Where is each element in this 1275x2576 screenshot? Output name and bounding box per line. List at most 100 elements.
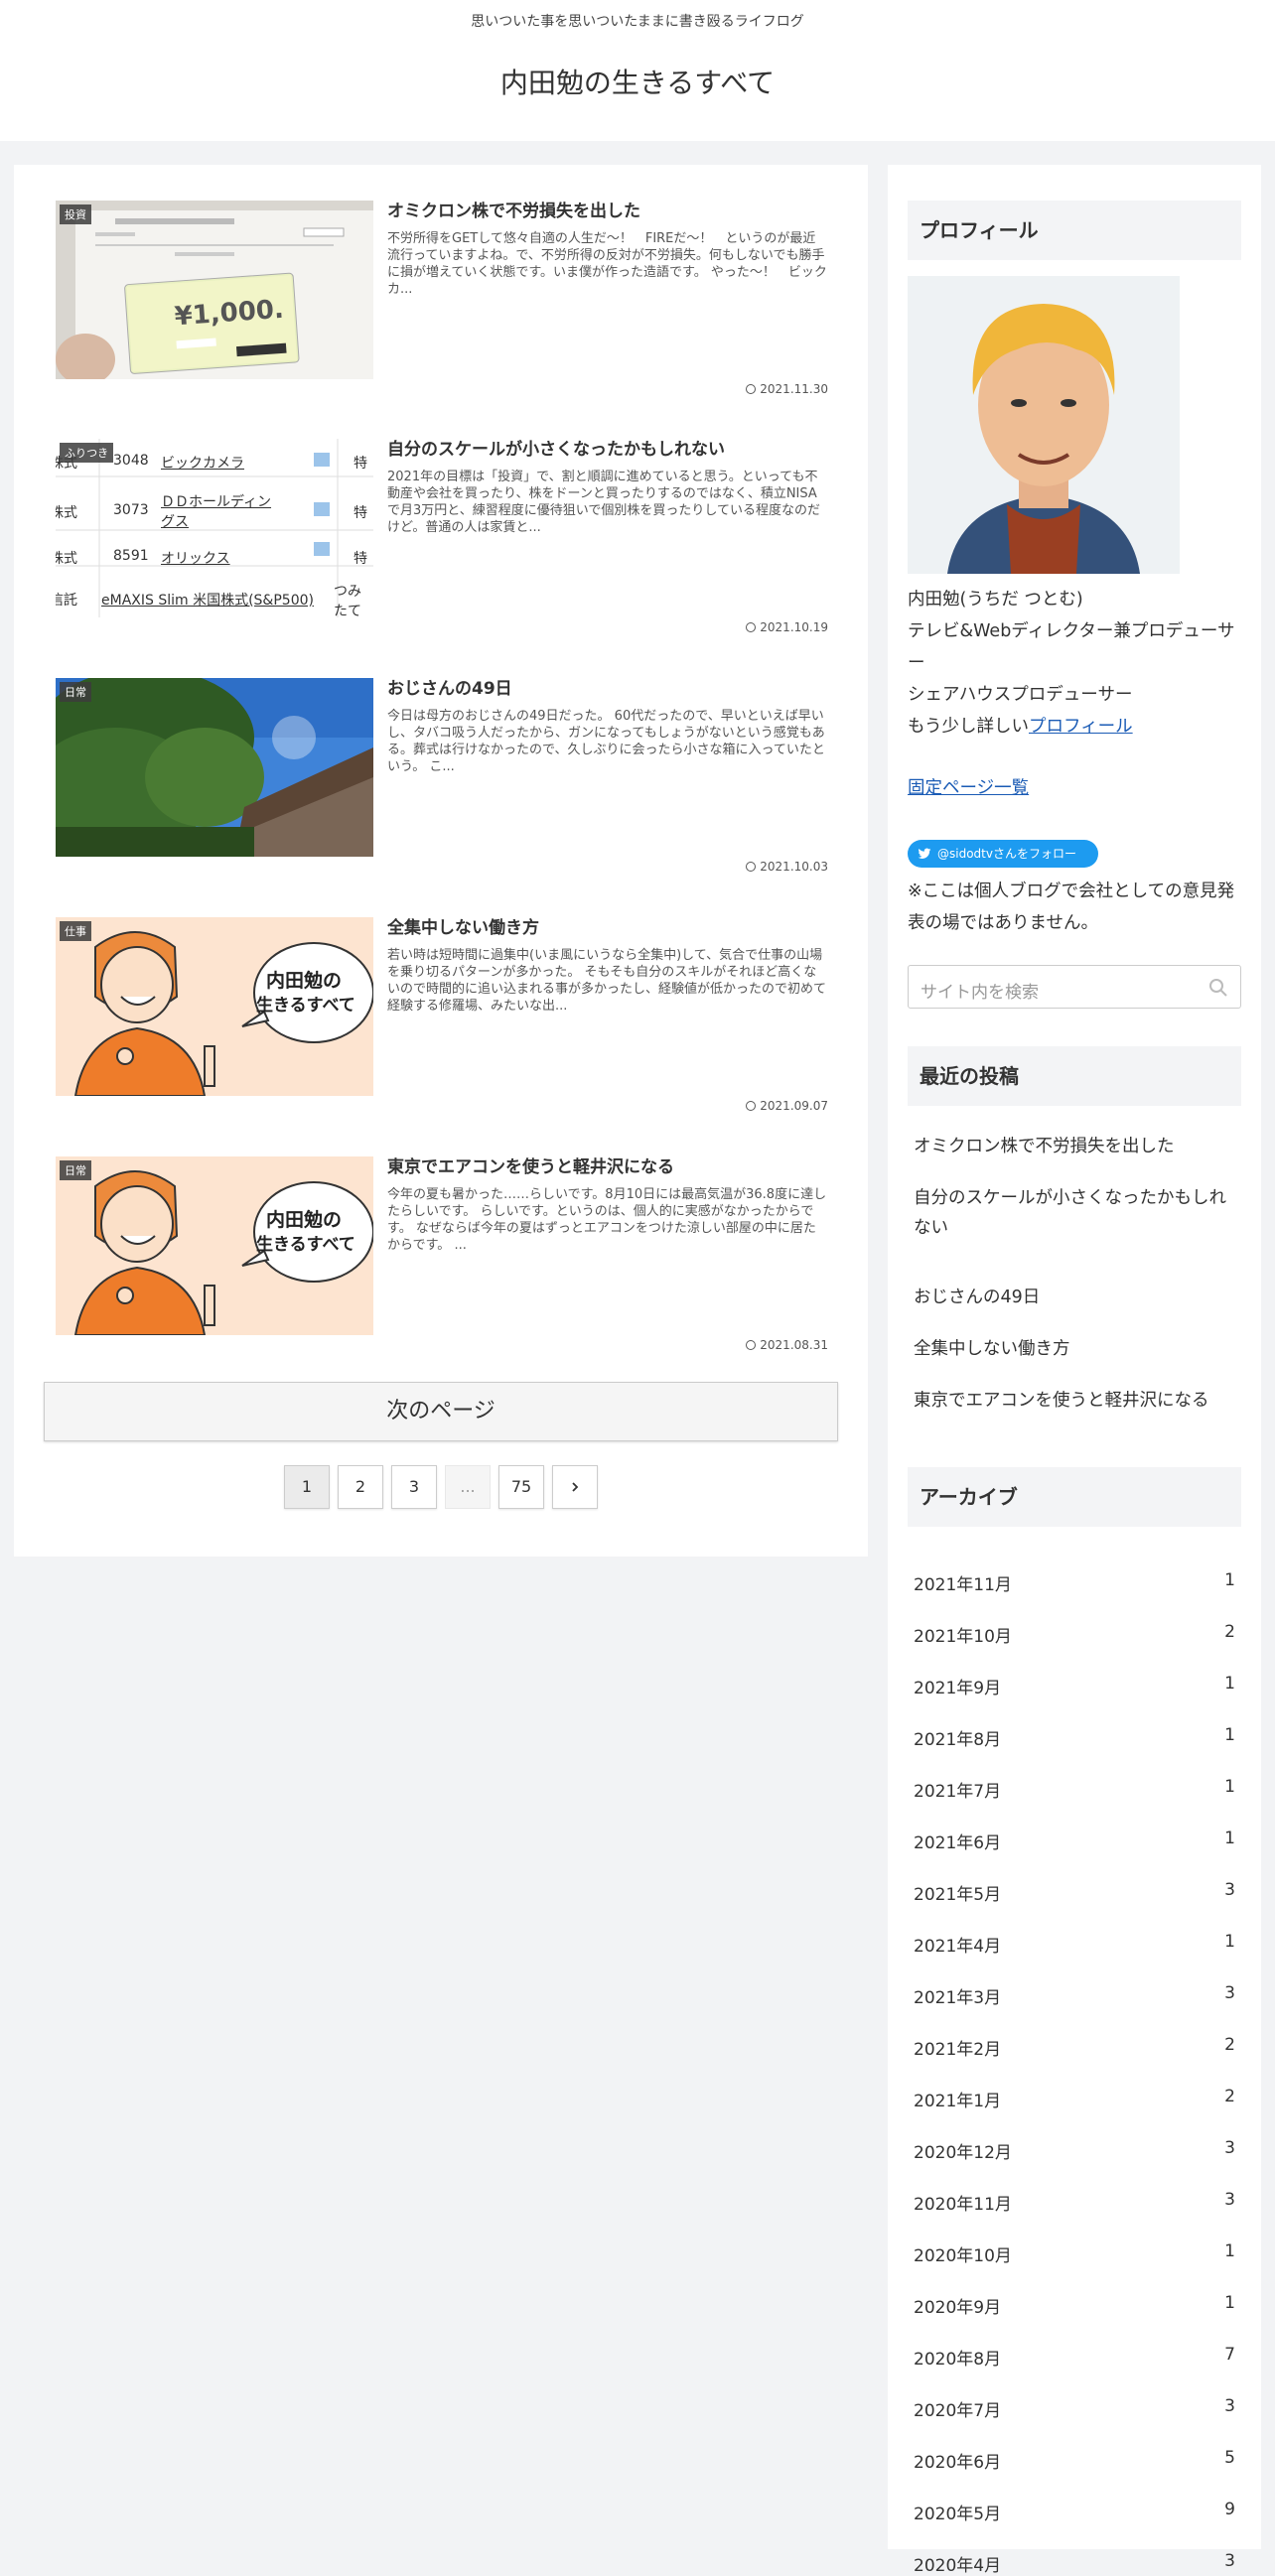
entry-title[interactable]: おじさんの49日 <box>387 677 828 701</box>
recent-post-link[interactable]: 全集中しない働き方 <box>914 1334 1241 1364</box>
archive-count: 2 <box>1224 2035 1235 2055</box>
archive-count: 1 <box>1224 1932 1235 1952</box>
archive-item[interactable]: 2020年8月 7 <box>914 2345 1235 2370</box>
entry-card[interactable]: ¥1,000. 投資 オミクロン株で不労損失を出した 不労所得をGETして悠々自… <box>56 201 828 429</box>
entry-card[interactable]: 内田勉の 生きるすべて 日常 東京でエアコンを使うと軽井沢になる 今年の夏も暑か… <box>56 1156 828 1385</box>
archive-item[interactable]: 2020年12月 3 <box>914 2138 1235 2163</box>
clock-icon <box>746 622 757 632</box>
profile-link[interactable]: プロフィール <box>1029 717 1133 737</box>
archive-item[interactable]: 2020年9月 1 <box>914 2293 1235 2318</box>
archive-item[interactable]: 2021年6月 1 <box>914 1829 1235 1853</box>
archive-count: 5 <box>1224 2448 1235 2468</box>
archive-month: 2021年10月 <box>914 1627 1012 1647</box>
fixed-pages-link[interactable]: 固定ページ一覧 <box>908 774 1029 799</box>
recent-post-link[interactable]: おじさんの49日 <box>914 1283 1241 1312</box>
recent-posts-title: 最近の投稿 <box>908 1046 1241 1106</box>
archive-count: 1 <box>1224 2293 1235 2313</box>
search-input[interactable]: サイト内を検索 <box>921 978 1039 1003</box>
entry-title[interactable]: オミクロン株で不労損失を出した <box>387 200 828 223</box>
archive-item[interactable]: 2020年7月 3 <box>914 2396 1235 2421</box>
archive-month: 2021年6月 <box>914 1833 1002 1853</box>
site-title[interactable]: 内田勉の生きるすべて <box>0 62 1275 101</box>
page-2-button[interactable]: 2 <box>338 1465 383 1509</box>
entry-snippet: 2021年の目標は「投資」で、割と順調に進めていると思う。といっても不動産や会社… <box>387 470 820 535</box>
entry-snippet: 今年の夏も暑かった……らしいです。8月10日には最高気温が36.8度に達したらし… <box>387 1187 827 1253</box>
archive-item[interactable]: 2021年2月 2 <box>914 2035 1235 2060</box>
page-1-button[interactable]: 1 <box>284 1465 330 1509</box>
entry-title[interactable]: 自分のスケールが小さくなったかもしれない <box>387 438 828 462</box>
sidebar: プロフィール 内田勉(うちだ つとむ) テレビ&Webディレクター兼プロデューサ… <box>888 165 1261 2576</box>
archive-count: 2 <box>1224 2087 1235 2106</box>
archive-month: 2020年6月 <box>914 2453 1002 2473</box>
twitter-bird-icon <box>918 848 931 859</box>
archive-month: 2021年2月 <box>914 2040 1002 2060</box>
archive-item[interactable]: 2021年11月 1 <box>914 1570 1235 1595</box>
archive-item[interactable]: 2021年5月 3 <box>914 1880 1235 1905</box>
archive-item[interactable]: 2020年11月 3 <box>914 2190 1235 2215</box>
bubble-text-1: 内田勉の <box>266 969 342 992</box>
archive-month: 2020年9月 <box>914 2298 1002 2318</box>
profile-more: もう少し詳しいプロフィール <box>908 717 1133 737</box>
recent-post-link[interactable]: 東京でエアコンを使うと軽井沢になる <box>914 1386 1241 1416</box>
archive-count: 1 <box>1224 2241 1235 2261</box>
recent-post-link[interactable]: オミクロン株で不労損失を出した <box>914 1132 1241 1161</box>
search-box[interactable]: サイト内を検索 <box>908 965 1241 1009</box>
pagination-ellipsis: ... <box>445 1465 491 1509</box>
clock-icon <box>746 384 757 394</box>
disclaimer-note: ※ここは個人ブログで会社としての意見発表の場ではありません。 <box>908 881 1235 933</box>
archive-item[interactable]: 2021年8月 1 <box>914 1725 1235 1750</box>
entry-title[interactable]: 東京でエアコンを使うと軽井沢になる <box>387 1155 828 1179</box>
archive-item[interactable]: 2021年1月 2 <box>914 2087 1235 2111</box>
archive-count: 3 <box>1224 1880 1235 1900</box>
entry-card[interactable]: 日常 おじさんの49日 今日は母方のおじさんの49日だった。 60代だったので、… <box>56 678 828 906</box>
next-page-arrow[interactable] <box>552 1465 598 1509</box>
archive-item[interactable]: 2021年10月 2 <box>914 1622 1235 1647</box>
archive-count: 1 <box>1224 1725 1235 1745</box>
entry-date: 2021.10.03 <box>746 860 828 874</box>
entry-thumbnail[interactable]: ¥1,000. 投資 <box>56 201 373 379</box>
entry-card[interactable]: 内田勉の 生きるすべて 仕事 全集中しない働き方 若い時は短時間に過集中(いま風… <box>56 917 828 1146</box>
profile-role: テレビ&Webディレクター兼プロデューサー <box>908 621 1235 673</box>
entry-thumbnail[interactable]: 株式 3048 ビックカメラ 特 株式 3073 ＤＤホールディングス 特 株式… <box>56 439 373 617</box>
archive-item[interactable]: 2020年10月 1 <box>914 2241 1235 2266</box>
entry-thumbnail[interactable]: 内田勉の 生きるすべて 日常 <box>56 1156 373 1335</box>
archive-month: 2021年11月 <box>914 1575 1012 1595</box>
entry-date: 2021.11.30 <box>746 382 828 396</box>
category-label: 日常 <box>60 1160 91 1180</box>
archive-count: 1 <box>1224 1570 1235 1590</box>
twitter-follow-button[interactable]: @sidodtvさんをフォロー <box>908 840 1098 868</box>
archive-item[interactable]: 2020年4月 3 <box>914 2551 1235 2576</box>
archive-month: 2020年10月 <box>914 2246 1012 2266</box>
page-75-button[interactable]: 75 <box>498 1465 544 1509</box>
category-label: ふりつき <box>60 443 114 463</box>
archive-month: 2021年5月 <box>914 1885 1002 1905</box>
category-label: 仕事 <box>60 921 91 941</box>
next-page-button[interactable]: 次のページ <box>44 1382 838 1441</box>
archive-month: 2020年12月 <box>914 2143 1012 2163</box>
archive-item[interactable]: 2020年6月 5 <box>914 2448 1235 2473</box>
archive-item[interactable]: 2021年7月 1 <box>914 1777 1235 1802</box>
archive-count: 1 <box>1224 1674 1235 1694</box>
archive-count: 3 <box>1224 1983 1235 2003</box>
entry-thumbnail[interactable]: 内田勉の 生きるすべて 仕事 <box>56 917 373 1096</box>
entry-thumbnail[interactable]: 日常 <box>56 678 373 857</box>
entry-card[interactable]: 株式 3048 ビックカメラ 特 株式 3073 ＤＤホールディングス 特 株式… <box>56 439 828 667</box>
archive-item[interactable]: 2021年4月 1 <box>914 1932 1235 1957</box>
archive-item[interactable]: 2020年5月 9 <box>914 2500 1235 2524</box>
archive-item[interactable]: 2021年3月 3 <box>914 1983 1235 2008</box>
archive-month: 2021年1月 <box>914 2092 1002 2111</box>
archive-count: 1 <box>1224 1829 1235 1848</box>
profile-role-2: シェアハウスプロデューサー <box>908 685 1133 705</box>
archive-count: 3 <box>1224 2396 1235 2416</box>
page-3-button[interactable]: 3 <box>391 1465 437 1509</box>
site-header: 思いついた事を思いついたままに書き殴るライフログ 内田勉の生きるすべて <box>0 0 1275 141</box>
search-icon[interactable] <box>1208 978 1228 998</box>
archive-item[interactable]: 2021年9月 1 <box>914 1674 1235 1698</box>
profile-text: 内田勉(うちだ つとむ) テレビ&Webディレクター兼プロデューサー シェアハウ… <box>908 584 1241 743</box>
entry-title[interactable]: 全集中しない働き方 <box>387 916 828 940</box>
recent-post-link[interactable]: 自分のスケールが小さくなったかもしれない <box>914 1183 1241 1243</box>
entry-date: 2021.08.31 <box>746 1338 828 1352</box>
archive-month: 2021年7月 <box>914 1782 1002 1802</box>
main-content: ¥1,000. 投資 オミクロン株で不労損失を出した 不労所得をGETして悠々自… <box>14 165 868 1557</box>
archive-title: アーカイブ <box>908 1467 1241 1527</box>
